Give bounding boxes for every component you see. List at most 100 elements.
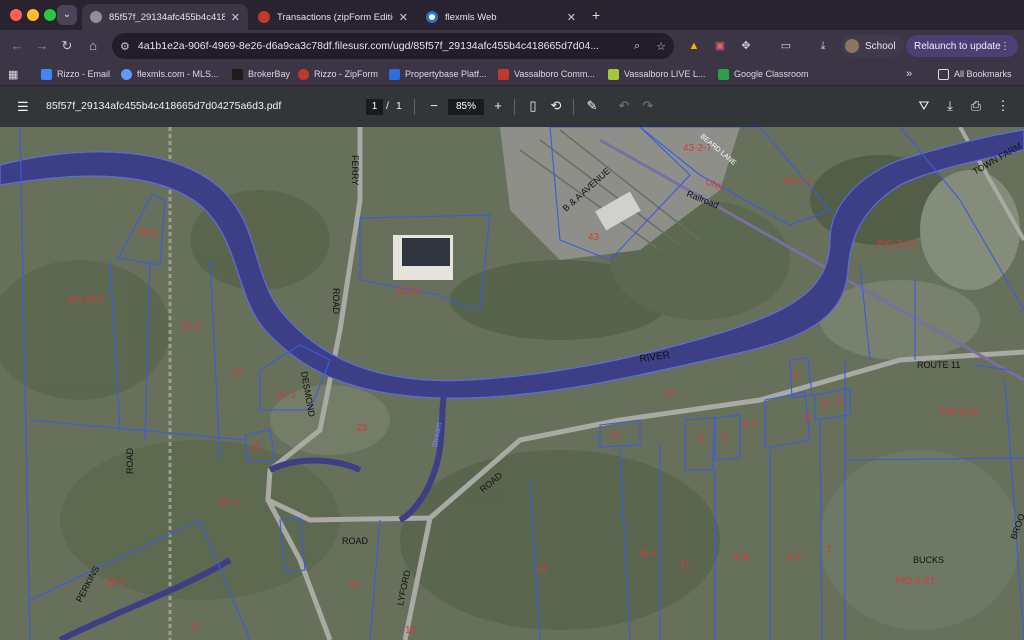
parcel-label-13: 13: [610, 431, 622, 442]
annotate-icon[interactable]: ✎: [584, 98, 600, 114]
parcel-label-6-2: 6-2: [787, 552, 802, 563]
download-icon[interactable]: ⤓: [815, 38, 831, 54]
bookmark-vassalboro-live[interactable]: Vassalboro LIVE L...: [608, 67, 705, 81]
parcel-label-3: 3: [822, 399, 828, 410]
parcel-label-22-2: 22-2: [181, 321, 201, 332]
zoom-in-button[interactable]: +: [490, 98, 506, 114]
parcel-label-16: 16: [349, 580, 361, 591]
redo-icon[interactable]: ↷: [640, 98, 656, 114]
folder-icon: [938, 68, 949, 80]
bookmark-brokerbay[interactable]: BrokerBay: [232, 67, 290, 81]
bookmark-favicon: [298, 68, 309, 80]
parcel-label-9: 9: [698, 434, 704, 445]
cast-icon[interactable]: ▭: [778, 38, 794, 54]
bookmark-label: Google Classroom: [734, 69, 809, 79]
bookmark-rizzo-email[interactable]: Rizzo - Email: [41, 67, 110, 81]
print-icon[interactable]: ⎙: [968, 98, 984, 114]
reload-button[interactable]: ↻: [59, 38, 75, 54]
bookmark-label: Propertybase Platf...: [405, 69, 487, 79]
close-icon[interactable]: ✕: [231, 11, 240, 24]
bookmark-rizzo-zipform[interactable]: Rizzo - ZipForm: [298, 67, 378, 81]
zoom-out-button[interactable]: −: [426, 98, 442, 114]
rotate-icon[interactable]: ⟲: [548, 98, 564, 114]
parcel-label-11-1: 11-1: [638, 548, 658, 559]
tax-map-svg: 20-1 p/o 22-2 22-2 22 22-1 21 23 43-50 4…: [0, 127, 1024, 640]
profile-button[interactable]: School: [841, 35, 904, 57]
parcel-label-1: 1: [826, 544, 832, 555]
road-label-road-west: ROAD: [125, 447, 135, 474]
window-maximize-button[interactable]: [44, 9, 56, 21]
pdf-filename: 85f57f_29134afc455b4c418665d7d04275a6d3.…: [46, 100, 282, 112]
tab-flexmls[interactable]: flexmls Web ✕: [418, 4, 584, 30]
google-drive-icon[interactable]: ▲: [686, 38, 702, 54]
parcel-label-6-3: 6-3: [734, 552, 749, 563]
page-total: 1: [396, 100, 402, 112]
tab-label: 85f57f_29134afc455b4c418665d7d04275a6d3.…: [109, 11, 225, 23]
extension-stack-icon[interactable]: ▣: [712, 38, 728, 54]
apps-grid-icon[interactable]: ▦: [8, 67, 18, 81]
extensions-puzzle-icon[interactable]: ✥: [738, 38, 754, 54]
url-text[interactable]: 4a1b1e2a-906f-4969-8e26-d6a9ca3c78df.fil…: [138, 40, 626, 52]
bookmarks-bar: ▦ Rizzo - Email flexmls.com - MLS... Bro…: [0, 62, 1024, 86]
bookmark-star-icon[interactable]: ☆: [656, 40, 666, 53]
parcel-label-18-1: 18-1: [219, 497, 239, 508]
forward-button[interactable]: →: [34, 38, 50, 54]
parcel-label-po-6-20: P/O 6-20: [939, 407, 979, 418]
close-icon[interactable]: ✕: [399, 11, 408, 24]
bookmark-vassalboro-comm[interactable]: Vassalboro Comm...: [498, 67, 595, 81]
window-close-button[interactable]: [10, 9, 22, 21]
site-info-icon[interactable]: ⚙: [120, 40, 130, 53]
parcel-label-8: 8: [722, 432, 728, 443]
tab-zipform[interactable]: Transactions (zipForm Edition) ✕: [250, 4, 416, 30]
page-number-input[interactable]: 1: [366, 99, 383, 115]
bookmark-propertybase[interactable]: Propertybase Platf...: [389, 67, 487, 81]
browser-toolbar: ← → ↻ ⌂ ⚙ 4a1b1e2a-906f-4969-8e26-d6a9ca…: [0, 30, 1024, 62]
save-to-drive-icon[interactable]: ⛛: [916, 98, 932, 114]
parcel-label-23: 23: [356, 423, 368, 434]
parcel-label-15: 15: [405, 625, 417, 636]
profile-label: School: [865, 40, 896, 52]
road-label-ferry: FERRY: [350, 155, 360, 185]
divider: [514, 99, 515, 115]
relaunch-button[interactable]: Relaunch to update ⋮: [906, 35, 1018, 57]
address-bar[interactable]: ⚙ 4a1b1e2a-906f-4969-8e26-d6a9ca3c78df.f…: [112, 33, 674, 59]
tab-pdf[interactable]: 85f57f_29134afc455b4c418665d7d04275a6d3.…: [82, 4, 248, 30]
download-icon[interactable]: ⤓: [942, 98, 958, 114]
all-bookmarks-button[interactable]: All Bookmarks: [938, 67, 1012, 81]
bookmark-favicon: [121, 68, 132, 80]
road-label-bucks: BUCKS: [913, 555, 944, 565]
more-menu-icon[interactable]: ⋮: [1000, 41, 1010, 52]
tab-search-button[interactable]: ⌄: [57, 5, 77, 25]
bookmark-favicon: [498, 68, 509, 80]
parcel-label-43-50: 43-50: [396, 286, 422, 297]
page-separator: /: [386, 100, 389, 112]
parcel-label-po-3-31: P/O 3-31: [877, 239, 917, 250]
new-tab-button[interactable]: +: [592, 7, 600, 23]
parcel-label-22-1: 22-1: [276, 390, 296, 401]
more-menu-icon[interactable]: ⋮: [995, 98, 1011, 114]
parcel-label-12: 12: [664, 389, 676, 400]
menu-icon[interactable]: ☰: [17, 100, 29, 113]
parcel-label-2: 2: [836, 396, 842, 407]
parcel-label-6-1: 6-1: [742, 419, 757, 430]
fit-page-icon[interactable]: ▯: [525, 98, 541, 114]
undo-icon[interactable]: ↶: [616, 98, 632, 114]
bookmark-favicon: [41, 68, 52, 80]
bookmark-flexmls[interactable]: flexmls.com - MLS...: [121, 67, 219, 81]
road-label-road-center: ROAD: [342, 536, 369, 546]
search-icon[interactable]: ⌕: [634, 40, 640, 53]
road-label-ferry-road: ROAD: [331, 288, 341, 315]
pdf-toolbar: ☰ 85f57f_29134afc455b4c418665d7d04275a6d…: [0, 86, 1024, 127]
parcel-label-17: 17: [190, 622, 202, 633]
close-icon[interactable]: ✕: [567, 11, 576, 24]
home-button[interactable]: ⌂: [85, 38, 101, 54]
bookmark-label: flexmls.com - MLS...: [137, 69, 219, 79]
bookmarks-overflow-icon[interactable]: »: [906, 67, 912, 81]
window-minimize-button[interactable]: [27, 9, 39, 21]
bookmark-google-classroom[interactable]: Google Classroom: [718, 67, 809, 81]
back-button[interactable]: ←: [9, 38, 25, 54]
pdf-page-tax-map[interactable]: 20-1 p/o 22-2 22-2 22 22-1 21 23 43-50 4…: [0, 127, 1024, 640]
zoom-input[interactable]: 85%: [448, 99, 484, 115]
chevron-down-icon: ⌄: [62, 9, 72, 20]
globe-icon: [90, 11, 102, 23]
